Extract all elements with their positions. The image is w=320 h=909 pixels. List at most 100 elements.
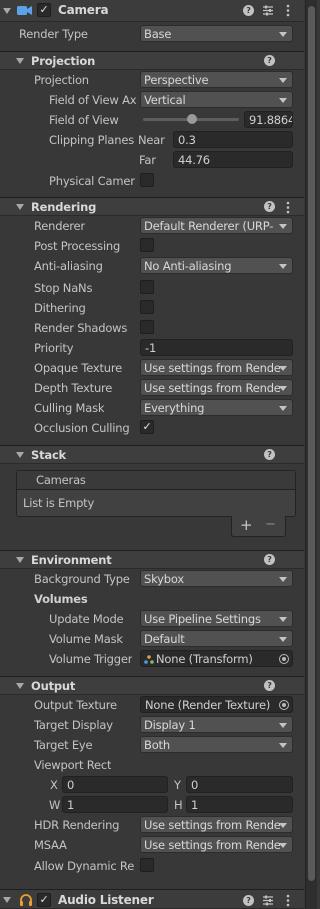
environment-section-header[interactable]: Environment ? [0,550,304,569]
output-texture-field[interactable]: None (Render Texture) [140,696,293,713]
more-options-icon[interactable] [286,4,290,17]
chevron-down-icon [279,98,287,103]
viewport-w-field[interactable]: 1 [62,796,168,813]
slider-handle[interactable] [187,114,197,124]
collapse-arrow-icon[interactable] [16,557,24,563]
remove-item-button[interactable]: − [265,517,276,532]
viewport-y-field[interactable]: 0 [186,776,293,793]
audio-listener-enabled-checkbox[interactable]: ✓ [37,893,51,907]
depth-texture-label: Depth Texture [34,381,113,395]
rendering-section-header[interactable]: Rendering ? [0,197,304,216]
target-display-dropdown[interactable]: Display 1 [140,716,293,733]
msaa-dropdown[interactable]: Use settings from Rende [140,836,293,853]
projection-section-header[interactable]: Projection ? [0,51,304,70]
render-type-value: Base [144,27,172,41]
cameras-list: Cameras List is Empty [16,470,296,517]
hdr-rendering-dropdown[interactable]: Use settings from Rende [140,816,293,833]
chevron-down-icon [279,264,287,269]
output-section-header[interactable]: Output ? [0,676,304,695]
camera-enabled-checkbox[interactable]: ✓ [37,3,51,17]
output-texture-value: None (Render Texture) [145,698,271,712]
target-eye-value: Both [144,738,170,752]
target-eye-dropdown[interactable]: Both [140,736,293,753]
allow-dynamic-resolution-checkbox[interactable] [140,858,154,872]
camera-component-header[interactable]: ✓ Camera ? [0,0,304,22]
priority-field[interactable]: -1 [140,339,293,356]
target-eye-label: Target Eye [34,738,93,752]
volume-trigger-field[interactable]: None (Transform) [140,650,293,667]
inspector-scrollbar[interactable] [305,0,317,909]
stop-nans-checkbox[interactable] [140,280,154,294]
culling-mask-dropdown[interactable]: Everything [140,399,293,416]
occlusion-culling-checkbox[interactable]: ✓ [140,420,154,434]
dithering-checkbox[interactable] [140,300,154,314]
background-type-dropdown[interactable]: Skybox [140,570,293,587]
help-icon[interactable]: ? [264,554,275,565]
collapse-arrow-icon[interactable] [3,897,11,903]
help-icon[interactable]: ? [264,680,275,691]
collapse-arrow-icon[interactable] [16,204,24,210]
post-processing-checkbox[interactable] [140,238,154,252]
chevron-down-icon [279,723,287,728]
viewport-x-field[interactable]: 0 [62,776,168,793]
physical-camera-checkbox[interactable] [140,173,154,187]
object-picker-icon[interactable] [279,654,289,664]
help-icon[interactable]: ? [264,201,275,212]
chevron-down-icon [279,224,287,229]
render-shadows-label: Render Shadows [34,321,128,335]
render-type-dropdown[interactable]: Base [140,25,293,42]
help-icon[interactable]: ? [264,449,275,460]
preset-sliders-icon[interactable] [262,4,274,17]
scrollbar-thumb[interactable] [308,6,315,881]
update-mode-dropdown[interactable]: Use Pipeline Settings [140,610,293,627]
far-label: Far [139,153,156,167]
depth-texture-dropdown[interactable]: Use settings from Rende [140,379,293,396]
collapse-arrow-icon[interactable] [3,8,11,14]
collapse-arrow-icon[interactable] [16,58,24,64]
viewport-h-field[interactable]: 1 [186,796,293,813]
collapse-arrow-icon[interactable] [16,683,24,689]
opaque-texture-dropdown[interactable]: Use settings from Rende [140,359,293,376]
volume-trigger-value: None (Transform) [156,652,253,666]
renderer-dropdown[interactable]: Default Renderer (URP- [140,217,293,234]
allow-dynamic-resolution-label: Allow Dynamic Re [34,859,135,873]
chevron-down-icon [279,366,287,371]
fov-field[interactable]: 91.8864 [244,111,293,128]
target-display-label: Target Display [34,718,113,732]
hdr-rendering-value: Use settings from Rende [144,818,281,832]
collapse-arrow-icon[interactable] [16,452,24,458]
near-field[interactable]: 0.3 [173,131,293,148]
projection-dropdown[interactable]: Perspective [140,71,293,88]
help-icon[interactable]: ? [243,895,254,906]
background-type-value: Skybox [144,572,184,586]
more-options-icon[interactable] [286,201,290,214]
camera-icon [17,6,32,15]
help-icon[interactable]: ? [243,5,254,16]
preset-sliders-icon[interactable] [262,894,274,907]
volume-mask-dropdown[interactable]: Default [140,630,293,647]
more-options-icon[interactable] [286,894,290,907]
component-title: Audio Listener [58,893,154,907]
cameras-list-header: Cameras [17,471,295,490]
volume-mask-label: Volume Mask [49,632,123,646]
anti-aliasing-dropdown[interactable]: No Anti-aliasing [140,257,293,274]
fov-slider[interactable] [143,111,239,128]
viewport-x-label: X [50,778,58,792]
audio-listener-component-header[interactable]: ✓ Audio Listener ? [0,889,304,909]
chevron-down-icon [279,743,287,748]
chevron-down-icon [279,637,287,642]
render-shadows-checkbox[interactable] [140,320,154,334]
stack-section-header[interactable]: Stack ? [0,445,304,464]
chevron-down-icon [279,617,287,622]
object-picker-icon[interactable] [279,700,289,710]
anti-aliasing-label: Anti-aliasing [34,259,103,273]
add-item-button[interactable]: + [240,516,252,534]
far-field[interactable]: 44.76 [173,151,293,168]
section-title: Output [31,679,76,693]
fov-axis-dropdown[interactable]: Vertical [140,91,293,108]
update-mode-value: Use Pipeline Settings [144,612,261,626]
renderer-label: Renderer [34,219,85,233]
transform-icon [144,655,154,664]
help-icon[interactable]: ? [264,55,275,66]
output-texture-label: Output Texture [34,698,117,712]
